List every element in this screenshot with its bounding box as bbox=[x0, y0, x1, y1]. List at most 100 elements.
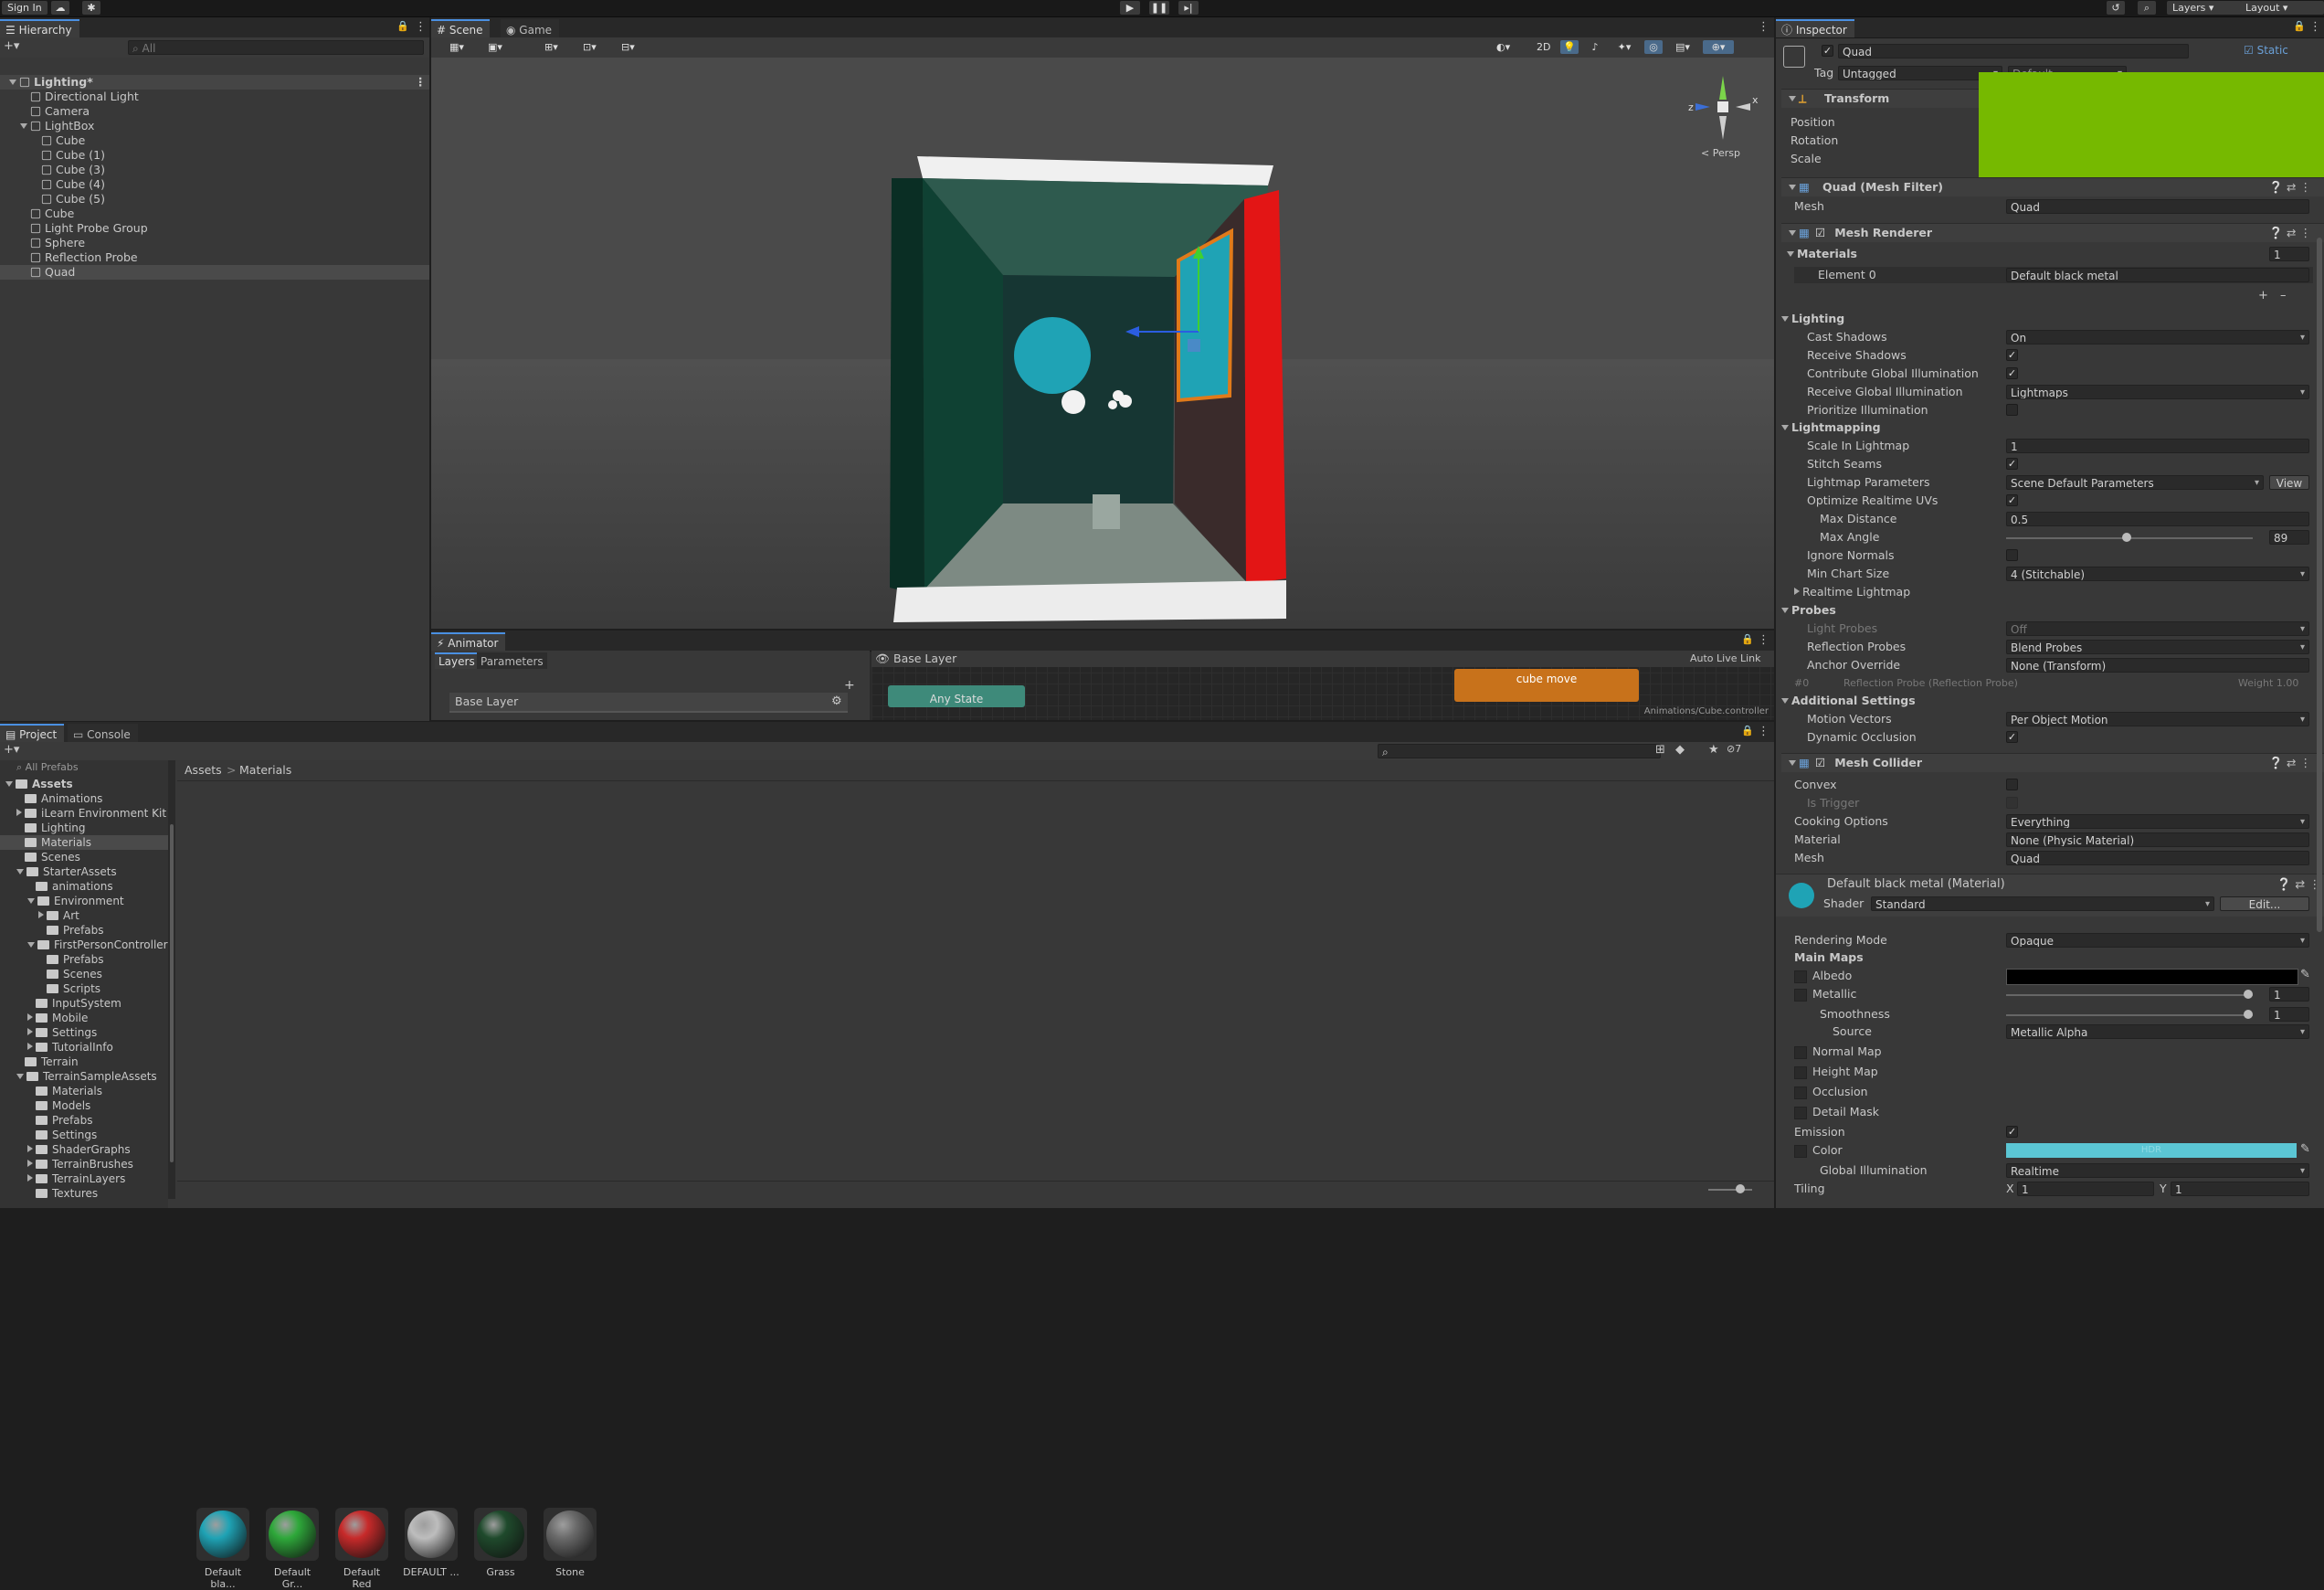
effects-icon[interactable]: ✦▾ bbox=[1611, 40, 1637, 54]
texture-slot[interactable] bbox=[1794, 1086, 1807, 1099]
expand-arrow-icon[interactable] bbox=[9, 80, 16, 85]
static-toggle[interactable]: ☑ Static bbox=[2244, 44, 2288, 57]
orientation-center[interactable] bbox=[1717, 101, 1728, 112]
persp-label[interactable]: < Persp bbox=[1701, 147, 1740, 159]
tab-project[interactable]: ▤ Project bbox=[0, 724, 65, 742]
foldout-arrow-icon[interactable] bbox=[1789, 760, 1796, 766]
sign-in-button[interactable]: Sign In bbox=[2, 1, 48, 15]
foldout-arrow-icon[interactable] bbox=[1781, 316, 1789, 322]
play-button[interactable]: ▶ bbox=[1120, 1, 1140, 15]
project-folder-item[interactable]: Lighting bbox=[0, 821, 168, 835]
add-element-icon[interactable]: + bbox=[2258, 289, 2268, 302]
project-folder-item[interactable]: TerrainLayers bbox=[0, 1171, 168, 1186]
component-enabled-checkbox[interactable]: ☑ bbox=[1815, 224, 1825, 242]
contribute-gi-checkbox[interactable]: ✓ bbox=[2006, 367, 2018, 379]
sphere-object[interactable] bbox=[1014, 317, 1091, 394]
reflection-probes-dropdown[interactable]: Blend Probes bbox=[2006, 640, 2309, 654]
project-folder-item[interactable]: Assets bbox=[0, 777, 168, 791]
prioritize-checkbox[interactable] bbox=[2006, 404, 2018, 416]
smoothness-field[interactable]: 1 bbox=[2269, 1007, 2309, 1022]
collapse-arrow-icon[interactable] bbox=[38, 911, 44, 918]
remove-element-icon[interactable]: – bbox=[2280, 289, 2287, 302]
all-prefabs-item[interactable]: ⌕ All Prefabs bbox=[16, 760, 79, 775]
project-folder-item[interactable]: Animations bbox=[0, 791, 168, 806]
hierarchy-item[interactable]: LightBox bbox=[0, 119, 429, 133]
tiling-x-field[interactable]: 1 bbox=[2017, 1182, 2154, 1196]
tab-console[interactable]: ▭ Console bbox=[68, 724, 138, 742]
component-menu-icons[interactable]: ❔ ⇄ ⋮ bbox=[2269, 754, 2311, 772]
expand-arrow-icon[interactable] bbox=[16, 869, 24, 874]
mesh-collider-header[interactable]: ▦ ☑ Mesh Collider ❔ ⇄ ⋮ bbox=[1781, 753, 2324, 772]
collapse-arrow-icon[interactable] bbox=[27, 1160, 33, 1167]
component-menu-icons[interactable]: ❔ ⇄ ⋮ bbox=[2269, 224, 2311, 242]
camera-icon[interactable]: ▤▾ bbox=[1670, 40, 1695, 54]
layers-dropdown[interactable]: Layers ▾ bbox=[2167, 1, 2242, 15]
anchor-override-field[interactable]: None (Transform) bbox=[2006, 658, 2309, 673]
foldout-arrow-icon[interactable] bbox=[1781, 425, 1789, 430]
grid-snap-icon[interactable]: ⊞▾ bbox=[539, 40, 581, 54]
materials-foldout[interactable]: Materials bbox=[1787, 247, 1857, 261]
project-folder-item[interactable]: Materials bbox=[0, 835, 168, 850]
project-folder-item[interactable]: animations bbox=[0, 879, 168, 894]
filter-label-icon[interactable]: ◆ bbox=[1675, 743, 1685, 757]
tiling-y-field[interactable]: 1 bbox=[2171, 1182, 2309, 1196]
more-icon[interactable]: ⋮ bbox=[1758, 725, 1769, 738]
collider-mesh-field[interactable]: Quad bbox=[2006, 851, 2309, 865]
hierarchy-item[interactable]: Lighting* ⋮ bbox=[0, 75, 429, 90]
auto-live-link-button[interactable]: Auto Live Link bbox=[1690, 652, 1761, 666]
project-folder-item[interactable]: Settings bbox=[0, 1025, 168, 1040]
mesh-filter-header[interactable]: ▦ Quad (Mesh Filter) ❔ ⇄ ⋮ bbox=[1781, 177, 2324, 196]
expand-arrow-icon[interactable] bbox=[27, 898, 35, 904]
max-distance-field[interactable]: 0.5 bbox=[2006, 512, 2309, 526]
2d-toggle[interactable]: 2D bbox=[1531, 40, 1560, 54]
mesh-filter-mesh-field[interactable]: Quad bbox=[2006, 199, 2309, 214]
search-icon[interactable]: ⌕ bbox=[2138, 1, 2156, 15]
texture-slot[interactable] bbox=[1794, 1145, 1807, 1158]
project-folder-item[interactable]: Terrain bbox=[0, 1055, 168, 1069]
texture-slot[interactable] bbox=[1794, 1066, 1807, 1079]
additional-settings-foldout[interactable]: Additional Settings bbox=[1781, 694, 1916, 708]
project-folder-item[interactable]: Textures bbox=[0, 1186, 168, 1201]
component-enabled-checkbox[interactable]: ☑ bbox=[1815, 754, 1825, 772]
more-icon[interactable]: ⋮ bbox=[415, 20, 427, 34]
step-button[interactable]: ▸| bbox=[1178, 1, 1199, 15]
project-folder-item[interactable]: Art bbox=[0, 908, 168, 923]
gear-icon[interactable]: ⚙ bbox=[831, 694, 842, 708]
foldout-arrow-icon[interactable] bbox=[1789, 230, 1796, 236]
search-type-icon[interactable]: ⊞ bbox=[1655, 743, 1665, 757]
zoom-slider-handle[interactable] bbox=[1736, 1184, 1745, 1193]
gizmos-icon[interactable]: ⊕▾ bbox=[1703, 40, 1734, 54]
min-chart-dropdown[interactable]: 4 (Stitchable) bbox=[2006, 567, 2309, 581]
audio-toggle-icon[interactable]: ♪ bbox=[1586, 40, 1604, 54]
visibility-icon[interactable]: ◎ bbox=[1644, 40, 1663, 54]
increment-icon[interactable]: ⊟▾ bbox=[616, 40, 658, 54]
materials-count-field[interactable]: 1 bbox=[2269, 247, 2309, 261]
emission-color-swatch[interactable]: HDR bbox=[2006, 1143, 2297, 1158]
cooking-options-dropdown[interactable]: Everything bbox=[2006, 814, 2309, 829]
tab-hierarchy[interactable]: ☰ Hierarchy bbox=[0, 19, 79, 37]
asset-item[interactable]: DEFAULT ... bbox=[402, 1508, 460, 1578]
asset-item[interactable]: Default Gr... bbox=[263, 1508, 322, 1590]
snap-icon[interactable]: ⊡▾ bbox=[577, 40, 619, 54]
metallic-slider-handle[interactable] bbox=[2243, 990, 2253, 999]
draw-mode-icon[interactable]: ▦▾ bbox=[444, 40, 486, 54]
more-icon[interactable]: ⋮ bbox=[1758, 20, 1769, 34]
eyedropper-icon[interactable]: ✎ bbox=[2300, 968, 2310, 981]
gizmo-plane-handle[interactable] bbox=[1188, 339, 1200, 352]
lighting-foldout[interactable]: Lighting bbox=[1781, 312, 1844, 326]
more-icon[interactable]: ⋮ bbox=[415, 75, 427, 90]
shader-dropdown[interactable]: Standard bbox=[1871, 896, 2214, 911]
more-icon[interactable]: ⋮ bbox=[1758, 633, 1769, 647]
max-angle-field[interactable]: 89 bbox=[2269, 530, 2309, 545]
element0-material-field[interactable]: Default black metal bbox=[2006, 268, 2309, 282]
lightmap-params-dropdown[interactable]: Scene Default Parameters bbox=[2006, 475, 2264, 490]
hierarchy-search-input[interactable]: ⌕ All bbox=[128, 40, 424, 55]
hierarchy-item[interactable]: Cube (4) bbox=[0, 177, 429, 192]
texture-slot[interactable] bbox=[1794, 1107, 1807, 1119]
scrollbar-thumb[interactable] bbox=[170, 824, 174, 1162]
small-cube-object[interactable] bbox=[1093, 494, 1120, 529]
lighting-toggle-icon[interactable]: 💡 bbox=[1560, 40, 1579, 54]
expand-arrow-icon[interactable] bbox=[16, 1074, 24, 1079]
hierarchy-item[interactable]: Camera bbox=[0, 104, 429, 119]
hierarchy-item[interactable]: Reflection Probe bbox=[0, 250, 429, 265]
